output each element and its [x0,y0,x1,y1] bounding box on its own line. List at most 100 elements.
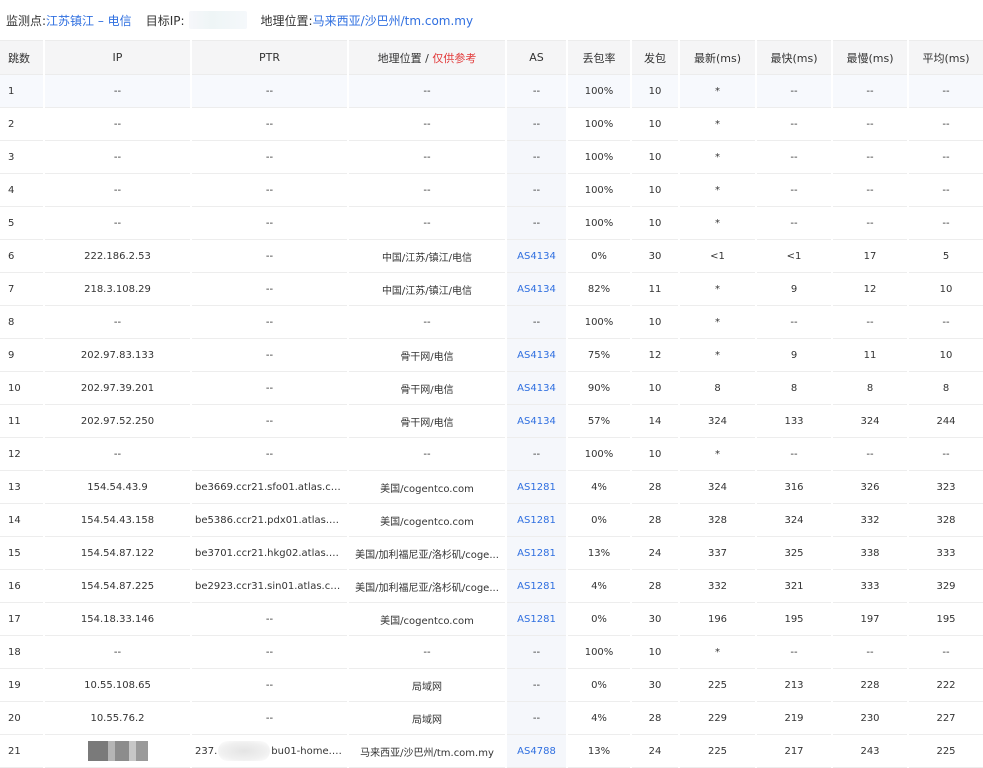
target-location-value[interactable]: 马来西亚/沙巴州/tm.com.my [313,12,474,29]
as-link[interactable]: AS1281 [517,614,556,625]
cell-avg: 227 [908,701,983,735]
as-link[interactable]: AS1281 [517,482,556,493]
cell-ptr: be5386.ccr21.pdx01.atlas.cog... [191,503,349,537]
cell-loss: 100% [567,140,632,174]
as-link[interactable]: AS4134 [517,251,556,262]
target-ip: 目标IP: [146,11,247,29]
cell-ptr: be2923.ccr31.sin01.atlas.coge... [191,569,349,603]
cell-sent: 10 [631,437,680,471]
cell-avg: -- [908,173,983,207]
cell-geo: -- [348,437,507,471]
cell-geo: 美国/cogentco.com [348,503,507,537]
cell-as: -- [506,206,568,240]
cell-as: AS4134 [506,338,568,372]
col-best: 最快(ms) [756,40,833,75]
as-link[interactable]: AS1281 [517,515,556,526]
cell-avg: -- [908,305,983,339]
cell-best: 324 [756,503,833,537]
cell-loss: 0% [567,668,632,702]
cell-last: * [679,74,757,108]
cell-sent: 28 [631,569,680,603]
as-link[interactable]: AS1281 [517,548,556,559]
cell-loss: 90% [567,371,632,405]
cell-loss: 13% [567,734,632,768]
cell-loss: 4% [567,701,632,735]
cell-ptr: -- [191,668,349,702]
cell-sent: 30 [631,602,680,636]
as-link[interactable]: AS4134 [517,284,556,295]
col-loss: 丢包率 [567,40,632,75]
cell-ptr: -- [191,140,349,174]
cell-worst: 332 [832,503,909,537]
cell-ip: 10.55.76.2 [44,701,192,735]
cell-loss: 100% [567,437,632,471]
cell-as: -- [506,107,568,141]
cell-avg: 8 [908,371,983,405]
cell-last: 337 [679,536,757,570]
cell-worst: 8 [832,371,909,405]
cell-ip: 222.186.2.53 [44,239,192,273]
cell-as: -- [506,635,568,669]
cell-loss: 100% [567,305,632,339]
cell-hop: 17 [0,602,45,636]
table-row: 10 202.97.39.201 -- 骨干网/电信 AS4134 90% 10 8 8 8 8 [0,371,983,405]
col-hop: 跳数 [0,40,45,75]
cell-hop: 8 [0,305,45,339]
table-row: 1 -- -- -- -- 100% 10 * -- -- -- [0,74,983,108]
cell-ip: -- [44,140,192,174]
cell-hop: 2 [0,107,45,141]
cell-worst: -- [832,107,909,141]
cell-ip: -- [44,635,192,669]
col-last: 最新(ms) [679,40,757,75]
as-link[interactable]: AS4788 [517,746,556,757]
cell-avg: 323 [908,470,983,504]
cell-sent: 30 [631,668,680,702]
cell-ptr: -- [191,602,349,636]
cell-last: 8 [679,371,757,405]
cell-avg: 333 [908,536,983,570]
cell-avg: -- [908,437,983,471]
cell-avg: -- [908,206,983,240]
as-link[interactable]: AS1281 [517,581,556,592]
cell-ip: 202.97.83.133 [44,338,192,372]
cell-avg: 328 [908,503,983,537]
cell-ptr: -- [191,272,349,306]
cell-hop: 21 [0,734,45,768]
table-row: 4 -- -- -- -- 100% 10 * -- -- -- [0,173,983,207]
cell-sent: 10 [631,140,680,174]
cell-geo: -- [348,140,507,174]
cell-last: * [679,107,757,141]
cell-ip: -- [44,305,192,339]
as-link[interactable]: AS4134 [517,350,556,361]
as-link[interactable]: AS4134 [517,383,556,394]
cell-ip: 154.54.87.225 [44,569,192,603]
cell-hop: 1 [0,74,45,108]
cell-last: * [679,437,757,471]
cell-hop: 15 [0,536,45,570]
cell-worst: 228 [832,668,909,702]
cell-hop: 19 [0,668,45,702]
col-geo: 地理位置 / 仅供参考 [348,40,507,75]
cell-as: -- [506,173,568,207]
table-row: 14 154.54.43.158 be5386.ccr21.pdx01.atlas.… [0,503,983,537]
as-link[interactable]: AS4134 [517,416,556,427]
cell-sent: 30 [631,239,680,273]
cell-geo: 骨干网/电信 [348,404,507,438]
table-row: 6 222.186.2.53 -- 中国/江苏/镇江/电信 AS4134 0% 30 <1 <1… [0,239,983,273]
table-row: 13 154.54.43.9 be3669.ccr21.sfo01.atlas.co… [0,470,983,504]
cell-ptr: -- [191,701,349,735]
cell-geo: 美国/加利福尼亚/洛杉矶/coge... [348,569,507,603]
cell-loss: 4% [567,569,632,603]
cell-as: AS4134 [506,272,568,306]
cell-last: * [679,173,757,207]
cell-as: -- [506,701,568,735]
cell-sent: 10 [631,206,680,240]
cell-geo: -- [348,206,507,240]
cell-geo: 美国/cogentco.com [348,470,507,504]
cell-avg: 5 [908,239,983,273]
table-row: 18 -- -- -- -- 100% 10 * -- -- -- [0,635,983,669]
monitor-point-value[interactable]: 江苏镇江 – 电信 [46,12,132,29]
monitor-point-label: 监测点: [6,13,47,28]
cell-ip: 202.97.52.250 [44,404,192,438]
cell-as: AS4134 [506,239,568,273]
